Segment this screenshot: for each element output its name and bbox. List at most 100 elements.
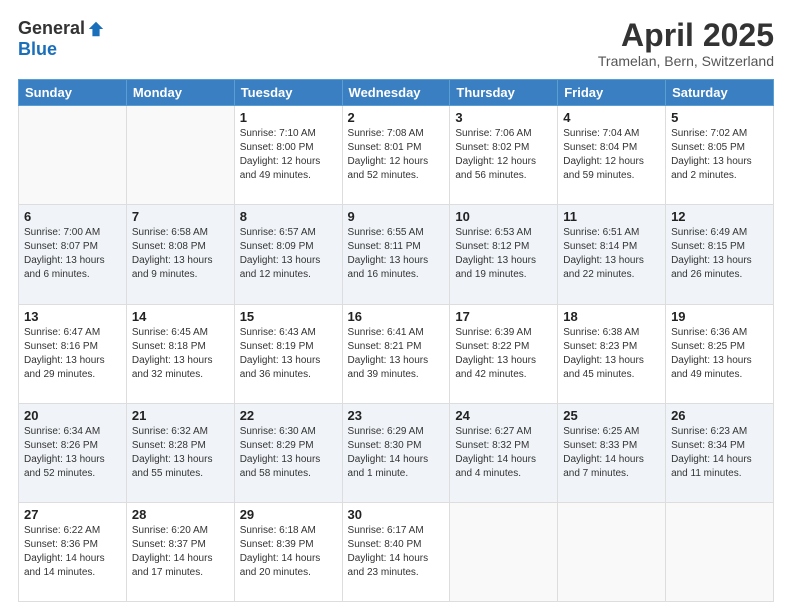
logo-general-text: General (18, 18, 85, 39)
day-number: 19 (671, 309, 768, 324)
day-number: 22 (240, 408, 337, 423)
logo: General Blue (18, 18, 105, 60)
day-number: 17 (455, 309, 552, 324)
day-number: 9 (348, 209, 445, 224)
day-info: Sunrise: 6:32 AM Sunset: 8:28 PM Dayligh… (132, 425, 229, 481)
day-info: Sunrise: 6:20 AM Sunset: 8:37 PM Dayligh… (132, 524, 229, 580)
calendar-cell: 4 Sunrise: 7:04 AM Sunset: 8:04 PM Daylig… (558, 106, 666, 205)
day-info: Sunrise: 6:47 AM Sunset: 8:16 PM Dayligh… (24, 326, 121, 382)
day-info: Sunrise: 6:17 AM Sunset: 8:40 PM Dayligh… (348, 524, 445, 580)
day-number: 13 (24, 309, 121, 324)
day-number: 27 (24, 507, 121, 522)
calendar-cell: 11Sunrise: 6:51 AM Sunset: 8:14 PM Dayli… (558, 205, 666, 304)
calendar-cell: 17Sunrise: 6:39 AM Sunset: 8:22 PM Dayli… (450, 304, 558, 403)
day-number: 24 (455, 408, 552, 423)
day-info: Sunrise: 6:25 AM Sunset: 8:33 PM Dayligh… (563, 425, 660, 481)
day-info: Sunrise: 6:57 AM Sunset: 8:09 PM Dayligh… (240, 226, 337, 282)
calendar-cell: 10 Sunrise: 6:53 AM Sunset: 8:12 PM Dayli… (450, 205, 558, 304)
day-number: 5 (671, 110, 768, 125)
calendar-header-sunday: Sunday (19, 80, 127, 106)
day-info: Sunrise: 7:04 AM Sunset: 8:04 PM Dayligh… (563, 127, 660, 183)
day-info: Sunrise: 6:27 AM Sunset: 8:32 PM Dayligh… (455, 425, 552, 481)
calendar-week-row: 20 Sunrise: 6:34 AM Sunset: 8:26 PM Dayli… (19, 403, 774, 502)
day-number: 10 (455, 209, 552, 224)
calendar-week-row: 1 Sunrise: 7:10 AM Sunset: 8:00 PM Daylig… (19, 106, 774, 205)
day-number: 12 (671, 209, 768, 224)
calendar-cell: 8 Sunrise: 6:57 AM Sunset: 8:09 PM Daylig… (234, 205, 342, 304)
day-number: 30 (348, 507, 445, 522)
day-info: Sunrise: 6:43 AM Sunset: 8:19 PM Dayligh… (240, 326, 337, 382)
calendar-cell: 21 Sunrise: 6:32 AM Sunset: 8:28 PM Dayli… (126, 403, 234, 502)
day-info: Sunrise: 6:38 AM Sunset: 8:23 PM Dayligh… (563, 326, 660, 382)
day-info: Sunrise: 7:10 AM Sunset: 8:00 PM Dayligh… (240, 127, 337, 183)
day-number: 15 (240, 309, 337, 324)
calendar-week-row: 6 Sunrise: 7:00 AM Sunset: 8:07 PM Daylig… (19, 205, 774, 304)
calendar-week-row: 13 Sunrise: 6:47 AM Sunset: 8:16 PM Dayli… (19, 304, 774, 403)
calendar-header-tuesday: Tuesday (234, 80, 342, 106)
day-number: 29 (240, 507, 337, 522)
subtitle: Tramelan, Bern, Switzerland (598, 53, 774, 69)
day-number: 21 (132, 408, 229, 423)
day-number: 16 (348, 309, 445, 324)
header: General Blue April 2025 Tramelan, Bern, … (18, 18, 774, 69)
day-info: Sunrise: 7:00 AM Sunset: 8:07 PM Dayligh… (24, 226, 121, 282)
calendar-cell: 25 Sunrise: 6:25 AM Sunset: 8:33 PM Dayli… (558, 403, 666, 502)
calendar-cell: 23 Sunrise: 6:29 AM Sunset: 8:30 PM Dayli… (342, 403, 450, 502)
day-info: Sunrise: 6:30 AM Sunset: 8:29 PM Dayligh… (240, 425, 337, 481)
calendar-week-row: 27 Sunrise: 6:22 AM Sunset: 8:36 PM Dayli… (19, 502, 774, 601)
calendar-cell: 14Sunrise: 6:45 AM Sunset: 8:18 PM Dayli… (126, 304, 234, 403)
calendar-cell: 12 Sunrise: 6:49 AM Sunset: 8:15 PM Dayli… (666, 205, 774, 304)
title-section: April 2025 Tramelan, Bern, Switzerland (598, 18, 774, 69)
day-info: Sunrise: 6:29 AM Sunset: 8:30 PM Dayligh… (348, 425, 445, 481)
day-number: 11 (563, 209, 660, 224)
day-number: 23 (348, 408, 445, 423)
day-info: Sunrise: 7:06 AM Sunset: 8:02 PM Dayligh… (455, 127, 552, 183)
logo-icon (87, 20, 105, 38)
calendar-header-wednesday: Wednesday (342, 80, 450, 106)
calendar-header-thursday: Thursday (450, 80, 558, 106)
day-number: 25 (563, 408, 660, 423)
day-info: Sunrise: 6:45 AM Sunset: 8:18 PM Dayligh… (132, 326, 229, 382)
day-info: Sunrise: 6:53 AM Sunset: 8:12 PM Dayligh… (455, 226, 552, 282)
day-info: Sunrise: 6:41 AM Sunset: 8:21 PM Dayligh… (348, 326, 445, 382)
calendar-cell (558, 502, 666, 601)
page: General Blue April 2025 Tramelan, Bern, … (0, 0, 792, 612)
calendar-cell: 29Sunrise: 6:18 AM Sunset: 8:39 PM Dayli… (234, 502, 342, 601)
day-number: 3 (455, 110, 552, 125)
day-info: Sunrise: 6:49 AM Sunset: 8:15 PM Dayligh… (671, 226, 768, 282)
calendar-header-monday: Monday (126, 80, 234, 106)
calendar-cell (126, 106, 234, 205)
day-number: 28 (132, 507, 229, 522)
calendar-cell: 3 Sunrise: 7:06 AM Sunset: 8:02 PM Daylig… (450, 106, 558, 205)
calendar-header-row: SundayMondayTuesdayWednesdayThursdayFrid… (19, 80, 774, 106)
calendar-cell: 1 Sunrise: 7:10 AM Sunset: 8:00 PM Daylig… (234, 106, 342, 205)
calendar-cell: 15 Sunrise: 6:43 AM Sunset: 8:19 PM Dayli… (234, 304, 342, 403)
day-info: Sunrise: 6:34 AM Sunset: 8:26 PM Dayligh… (24, 425, 121, 481)
calendar-cell: 19 Sunrise: 6:36 AM Sunset: 8:25 PM Dayli… (666, 304, 774, 403)
day-number: 2 (348, 110, 445, 125)
calendar-cell (450, 502, 558, 601)
day-info: Sunrise: 6:36 AM Sunset: 8:25 PM Dayligh… (671, 326, 768, 382)
calendar-cell: 28 Sunrise: 6:20 AM Sunset: 8:37 PM Dayli… (126, 502, 234, 601)
calendar-cell: 27 Sunrise: 6:22 AM Sunset: 8:36 PM Dayli… (19, 502, 127, 601)
calendar-cell: 2Sunrise: 7:08 AM Sunset: 8:01 PM Daylig… (342, 106, 450, 205)
day-number: 7 (132, 209, 229, 224)
calendar-cell: 22 Sunrise: 6:30 AM Sunset: 8:29 PM Dayli… (234, 403, 342, 502)
calendar-cell (19, 106, 127, 205)
day-number: 26 (671, 408, 768, 423)
day-number: 4 (563, 110, 660, 125)
calendar-cell: 30 Sunrise: 6:17 AM Sunset: 8:40 PM Dayli… (342, 502, 450, 601)
main-title: April 2025 (598, 18, 774, 53)
calendar-cell: 20 Sunrise: 6:34 AM Sunset: 8:26 PM Dayli… (19, 403, 127, 502)
day-number: 8 (240, 209, 337, 224)
day-number: 18 (563, 309, 660, 324)
calendar-cell: 13 Sunrise: 6:47 AM Sunset: 8:16 PM Dayli… (19, 304, 127, 403)
calendar-cell: 7 Sunrise: 6:58 AM Sunset: 8:08 PM Daylig… (126, 205, 234, 304)
day-number: 20 (24, 408, 121, 423)
logo-blue-text: Blue (18, 39, 57, 60)
day-number: 1 (240, 110, 337, 125)
calendar-cell: 24 Sunrise: 6:27 AM Sunset: 8:32 PM Dayli… (450, 403, 558, 502)
day-info: Sunrise: 6:58 AM Sunset: 8:08 PM Dayligh… (132, 226, 229, 282)
day-info: Sunrise: 6:22 AM Sunset: 8:36 PM Dayligh… (24, 524, 121, 580)
day-number: 6 (24, 209, 121, 224)
